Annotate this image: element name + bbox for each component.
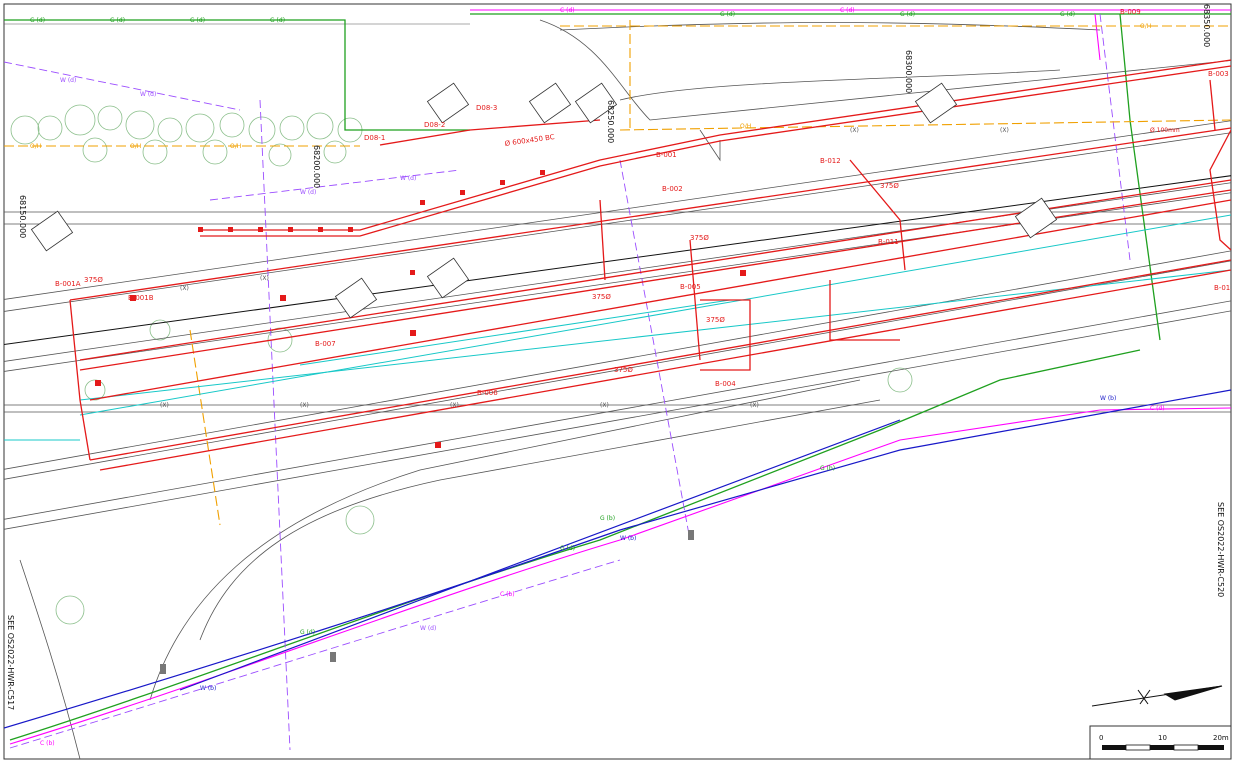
junction-label-4: B-002 (662, 185, 683, 193)
x-code-label: (X) (260, 275, 269, 282)
x-code-label: (X) (600, 402, 609, 409)
x-code-label: (X) (750, 402, 759, 409)
chainage-68300: 68300.000 (904, 50, 913, 93)
junction-label-2: B-011 (878, 238, 899, 246)
junction-label-5: B-001 (656, 151, 677, 159)
chainage-68200: 68200.000 (312, 145, 321, 188)
drainage-network (69, 59, 1231, 471)
tree-canopy (10, 104, 913, 625)
utility-plan: G (d) G (d) G (d) G (d) G (d) G (d) G (d… (3, 3, 1235, 760)
oh-code-label: O/H (740, 123, 751, 130)
pipe-size-2: 375Ø (592, 293, 611, 301)
water-code-label: W (d) (140, 91, 156, 98)
pipe-size-1: 375Ø (84, 276, 103, 284)
scale-label-zero: 0 (1099, 734, 1103, 742)
oh-code-label: O/H (30, 143, 41, 150)
comm-code-label: C (d) (560, 7, 575, 14)
gasb-code-label: G (b) (820, 465, 835, 472)
junction-label-10: B-001A (55, 280, 81, 288)
sheet-border (3, 3, 1232, 760)
north-arrow (1091, 685, 1223, 707)
scale-bar: 0 10 20m (1089, 725, 1232, 760)
main-alignment (4, 175, 1231, 345)
gas-code-label: G (d) (560, 545, 575, 552)
junction-label-12: B-009 (1120, 8, 1141, 16)
scale-label-mid: 10 (1158, 734, 1167, 742)
gas-code-label: G (d) (30, 17, 45, 24)
junction-label-1: B-007 (315, 340, 336, 348)
see-sheet-left: SEE OS2022-HWR-C517 (6, 615, 15, 710)
chainage-68150: 68150.000 (18, 195, 27, 238)
waterb-code-label: W (b) (200, 685, 216, 692)
gas-code-label: G (d) (1060, 11, 1075, 18)
water-code-label: W (d) (60, 77, 76, 84)
pipe-label-b: Ø 100mm (1150, 127, 1180, 134)
commb-code-label: C (b) (500, 591, 515, 598)
gas-code-label: G (d) (110, 17, 125, 24)
water-code-label: W (d) (400, 175, 416, 182)
drain-label-2: D08-2 (424, 121, 445, 129)
x-code-label: (X) (180, 285, 189, 292)
drain-label-3: D08-3 (476, 104, 497, 112)
grey-markers (160, 530, 694, 674)
x-code-label: (X) (850, 127, 859, 134)
oh-code-label: O/H (130, 143, 141, 150)
road-alignment (4, 19, 1231, 759)
x-code-label: (X) (300, 402, 309, 409)
gas-code-label: G (d) (300, 629, 315, 636)
blue-lines (4, 389, 1231, 729)
scale-label-end: 20m (1213, 734, 1229, 742)
drain-label-1: D08-1 (364, 134, 385, 142)
junction-label-6: B-005 (680, 283, 701, 291)
water-code-label: W (d) (300, 189, 316, 196)
gas-code-label: G (d) (190, 17, 205, 24)
cyan-lines (4, 214, 1231, 441)
junction-callouts: B-007 B-011 B-006 B-002 B-001 B-005 B-00… (55, 8, 1235, 397)
pipe-sizes: 375Ø 375Ø 375Ø 375Ø 375Ø 375Ø (84, 182, 899, 374)
oh-code-label: O/H (230, 143, 241, 150)
pipe-size-3: 375Ø (614, 366, 633, 374)
see-sheet-right: SEE OS2022-HWR-C520 (1216, 502, 1225, 597)
x-code-label: (X) (160, 402, 169, 409)
x-code-label: (X) (450, 402, 459, 409)
junction-label-9: B-003 (1208, 70, 1229, 78)
drawing-sheet: G (d) G (d) G (d) G (d) G (d) G (d) G (d… (0, 0, 1236, 764)
gasb-code-label: G (b) (600, 515, 615, 522)
x-code-label: (X) (1000, 127, 1009, 134)
pipe-size-6: 375Ø (706, 316, 725, 324)
chainage-68350: 68350.000 (1202, 4, 1211, 47)
comm-code-label: C (d) (840, 7, 855, 14)
junction-label-13: B-013 (1214, 284, 1235, 292)
waterb-code-label: W (b) (620, 535, 636, 542)
junction-label-3: B-006 (477, 389, 498, 397)
junction-label-11: B-001B (128, 294, 154, 302)
pipe-size-4: 375Ø (880, 182, 899, 190)
comm-lines (9, 9, 1231, 745)
commb-code-label: C (b) (40, 740, 55, 747)
junction-label-8: B-012 (820, 157, 841, 165)
pipe-label: Ø 600x450 BC (504, 133, 555, 148)
oh-code-label: O/H (1140, 23, 1151, 30)
water-code-label: W (d) (420, 625, 436, 632)
junction-label-7: B-004 (715, 380, 736, 388)
waterb-code-label: W (b) (1100, 395, 1116, 402)
pipe-size-5: 375Ø (690, 234, 709, 242)
gas-code-label: G (d) (270, 17, 285, 24)
gas-code-label: G (d) (720, 11, 735, 18)
comm-code-label: C (d) (1150, 405, 1165, 412)
gas-code-label: G (d) (900, 11, 915, 18)
chainage-68250: 68250.000 (606, 100, 615, 143)
